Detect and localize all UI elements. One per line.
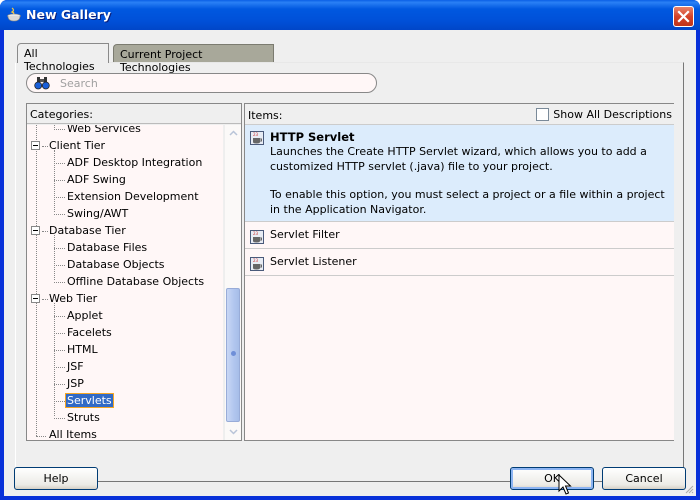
help-label: Help bbox=[43, 471, 69, 485]
title-bar[interactable]: New Gallery bbox=[0, 0, 700, 30]
checkbox-box[interactable] bbox=[536, 108, 550, 121]
item-title: Servlet Listener bbox=[270, 255, 357, 268]
tree-line bbox=[54, 303, 55, 416]
collapse-icon[interactable] bbox=[31, 226, 40, 235]
tree-item-web-tier[interactable]: Web Tier bbox=[31, 290, 98, 307]
categories-scrollbar[interactable] bbox=[224, 125, 241, 440]
item-servlet-listener[interactable]: 23 Servlet Listener bbox=[245, 249, 674, 276]
items-header: Items: Show All Descriptions bbox=[245, 104, 674, 125]
items-panel: Items: Show All Descriptions 23 HTTP Ser… bbox=[244, 103, 674, 441]
tree-item-database-files[interactable]: Database Files bbox=[54, 239, 148, 256]
close-icon bbox=[677, 10, 690, 23]
svg-text:23: 23 bbox=[253, 258, 259, 263]
tree-item-offline-database-objects[interactable]: Offline Database Objects bbox=[54, 273, 205, 290]
servlet-icon: 23 bbox=[250, 255, 264, 271]
tree-item-web-services[interactable]: Web Services bbox=[54, 125, 142, 137]
collapse-icon[interactable] bbox=[31, 294, 40, 303]
item-http-servlet[interactable]: 23 HTTP Servlet Launches the Create HTTP… bbox=[245, 125, 674, 222]
tree-item-database-tier[interactable]: Database Tier bbox=[31, 222, 127, 239]
binoculars-icon bbox=[34, 76, 50, 90]
tree-line bbox=[54, 150, 55, 212]
help-button[interactable]: Help bbox=[14, 467, 98, 490]
item-description: Launches the Create HTTP Servlet wizard,… bbox=[270, 145, 674, 217]
tree-line bbox=[36, 125, 37, 436]
close-button[interactable] bbox=[673, 6, 694, 27]
tree-item-jsf[interactable]: JSF bbox=[54, 358, 85, 375]
tree-item-all-items[interactable]: All Items bbox=[48, 426, 98, 440]
categories-header: Categories: bbox=[27, 104, 241, 124]
tree-item-adf-desktop-integration[interactable]: ADF Desktop Integration bbox=[54, 154, 203, 171]
item-title: Servlet Filter bbox=[270, 228, 340, 241]
collapse-icon[interactable] bbox=[31, 141, 40, 150]
servlet-icon: 23 bbox=[250, 228, 264, 244]
tree-item-servlets[interactable]: Servlets bbox=[54, 392, 114, 409]
tree-line bbox=[54, 235, 55, 280]
categories-label: Categories: bbox=[30, 108, 93, 121]
svg-text:23: 23 bbox=[253, 132, 259, 137]
ok-button[interactable]: OK bbox=[510, 467, 594, 490]
tree-item-html[interactable]: HTML bbox=[54, 341, 99, 358]
resize-grip-icon[interactable] bbox=[684, 484, 694, 494]
tree-item-facelets[interactable]: Facelets bbox=[54, 324, 113, 341]
new-gallery-dialog: New Gallery All Technologies Current Pro… bbox=[0, 0, 700, 500]
tab-current-project-technologies[interactable]: Current Project Technologies bbox=[113, 44, 274, 74]
search-field[interactable] bbox=[26, 73, 377, 93]
mouse-cursor-icon bbox=[558, 473, 572, 496]
scroll-grip-icon bbox=[231, 351, 236, 356]
tree-line bbox=[36, 436, 46, 437]
dialog-body: All Technologies Current Project Technol… bbox=[4, 30, 696, 496]
item-title: HTTP Servlet bbox=[270, 130, 355, 144]
categories-tree: Web Services Client Tier ADF Desktop Int… bbox=[27, 125, 223, 440]
tree-item-client-tier[interactable]: Client Tier bbox=[31, 137, 106, 154]
search-input[interactable] bbox=[60, 76, 360, 90]
items-label: Items: bbox=[248, 109, 283, 122]
item-servlet-filter[interactable]: 23 Servlet Filter bbox=[245, 222, 674, 249]
tree-item-struts[interactable]: Struts bbox=[54, 409, 101, 426]
description-paragraph: Launches the Create HTTP Servlet wizard,… bbox=[270, 145, 647, 173]
servlet-icon: 23 bbox=[250, 131, 264, 145]
scroll-down-arrow-icon[interactable] bbox=[226, 424, 241, 439]
categories-panel: Categories: Web Services Client Tier ADF… bbox=[26, 103, 242, 441]
tree-item-jsp[interactable]: JSP bbox=[54, 375, 85, 392]
scroll-thumb[interactable] bbox=[226, 288, 240, 422]
show-all-descriptions-checkbox[interactable]: Show All Descriptions bbox=[536, 108, 672, 121]
tree-item-swing-awt[interactable]: Swing/AWT bbox=[54, 205, 129, 222]
tree-item-extension-development[interactable]: Extension Development bbox=[54, 188, 200, 205]
cancel-button[interactable]: Cancel bbox=[602, 467, 686, 490]
tree-item-applet[interactable]: Applet bbox=[54, 307, 104, 324]
java-cup-icon bbox=[6, 7, 22, 23]
svg-text:23: 23 bbox=[253, 231, 259, 236]
scroll-up-arrow-icon[interactable] bbox=[226, 126, 241, 141]
show-all-descriptions-label: Show All Descriptions bbox=[553, 108, 672, 121]
tree-item-adf-swing[interactable]: ADF Swing bbox=[54, 171, 127, 188]
window-title: New Gallery bbox=[26, 7, 111, 22]
description-paragraph: To enable this option, you must select a… bbox=[270, 188, 665, 216]
tab-all-technologies[interactable]: All Technologies bbox=[17, 43, 109, 73]
tree-item-database-objects[interactable]: Database Objects bbox=[54, 256, 166, 273]
